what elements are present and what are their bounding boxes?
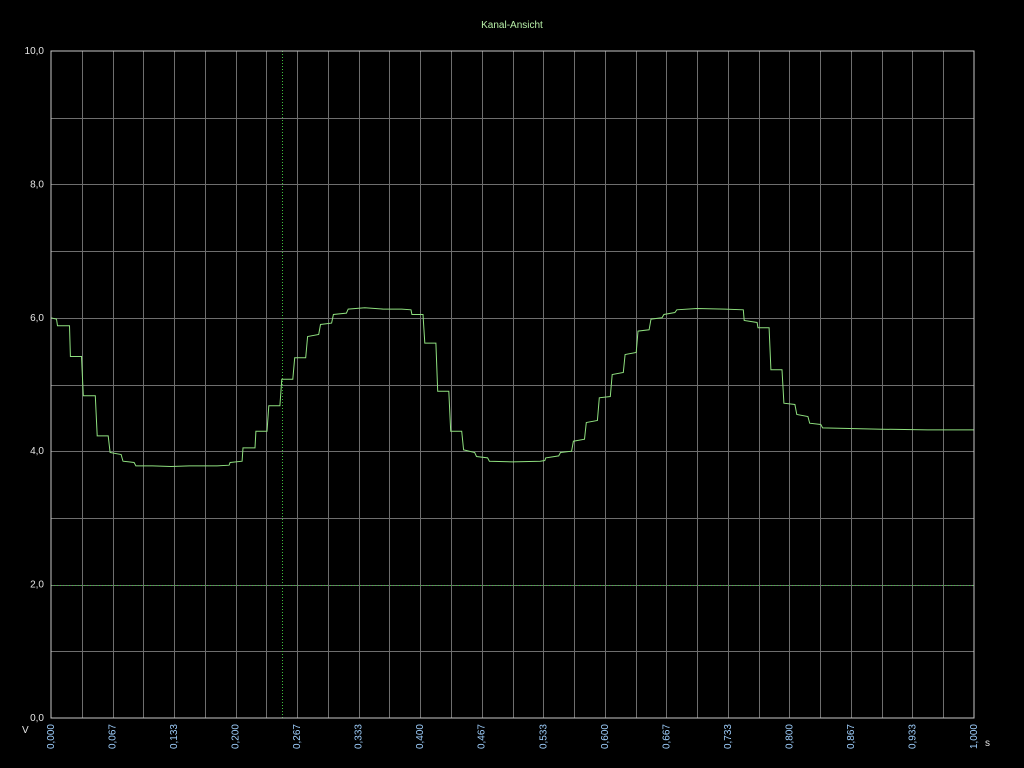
x-tick-label: 0,000 [46,724,57,749]
plot-frame [50,50,975,719]
chart-title: Kanal-Ansicht [481,20,543,31]
signal-trace [50,307,974,468]
x-tick-label: 0,267 [292,724,303,749]
x-tick-label: 1,000 [969,724,980,749]
y-tick-label: 10,0 [25,46,45,57]
y-tick-label: 6,0 [30,313,44,324]
signal-trace-layer [50,307,974,468]
x-tick-label: 0,200 [231,724,242,749]
y-tick-label: 0,0 [30,713,44,724]
x-tick-label: 0,133 [169,724,180,749]
channel-view-chart: Kanal-Ansicht 0,02,04,06,08,010,0 0,000 0… [22,20,990,749]
grid [51,51,974,718]
x-tick-label: 0,800 [784,724,795,749]
x-tick-label: 0,867 [846,724,857,749]
cursor-markers [51,51,974,718]
y-axis-unit: V [22,725,29,736]
x-tick-label: 0,667 [661,724,672,749]
x-tick-label: 0,733 [723,724,734,749]
x-axis-ticks: 0,000 0,067 0,133 0,200 0,267 0,333 0,400 0,467… [46,724,980,749]
y-tick-label: 8,0 [30,179,44,190]
x-tick-label: 0,333 [354,724,365,749]
x-tick-label: 0,067 [108,724,119,749]
x-tick-label: 0,400 [415,724,426,749]
x-tick-label: 0,933 [907,724,918,749]
x-axis-unit: s [985,738,990,749]
x-tick-label: 0,533 [538,724,549,749]
x-tick-label: 0,600 [600,724,611,749]
y-tick-label: 4,0 [30,446,44,457]
y-axis-ticks: 0,0 2,0 4,0 6,0 8,0 10,0 [25,46,45,724]
x-tick-label: 0,467 [477,724,488,749]
y-tick-label: 2,0 [30,580,44,591]
